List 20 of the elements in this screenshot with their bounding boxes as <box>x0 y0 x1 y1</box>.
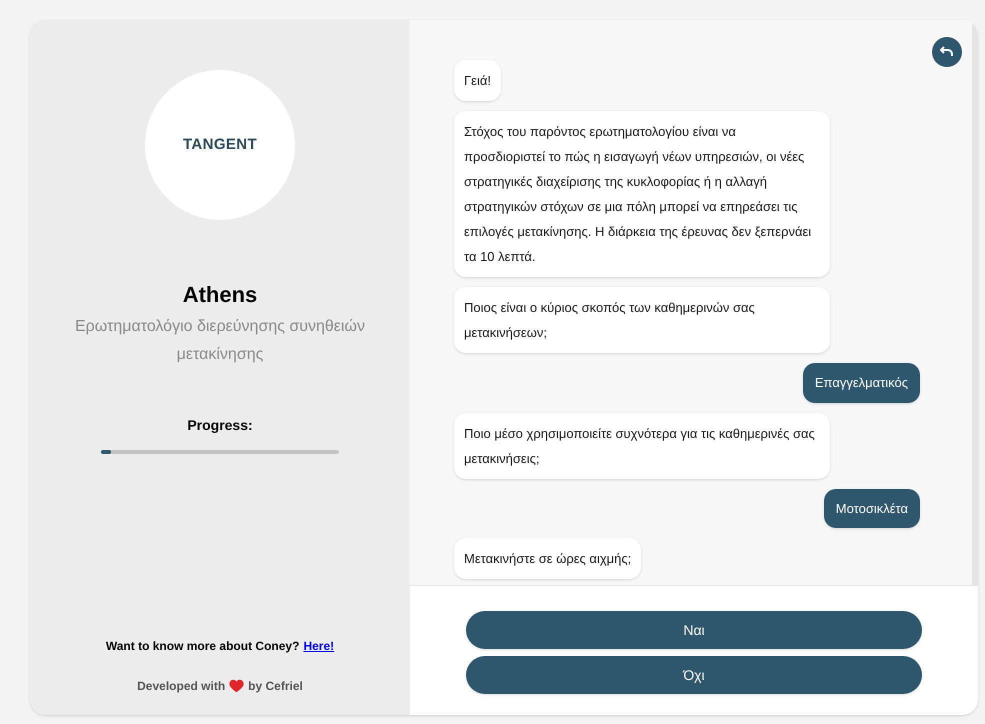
info-text: Want to know more about Coney? <box>106 638 300 655</box>
answer-button[interactable]: Ναι <box>466 611 922 649</box>
chat-message: Γειά! <box>454 60 501 101</box>
survey-subtitle: Ερωτηματολόγιο διερεύνησης συνηθειών μετακίνησης <box>75 317 365 365</box>
chat-message: Ποιος είναι ο κύριος σκοπός των καθημερινών σας μετακινήσεων; <box>454 287 830 353</box>
info-link[interactable]: Here! <box>303 637 334 655</box>
credit-text: Developed with <box>137 678 226 695</box>
heart-icon <box>229 679 244 693</box>
chat-message: Ποιο μέσο χρησιμοποιείτε συχνότερα για τις καθημερινές σας μετακινήσεις; <box>454 412 830 478</box>
logo-text: TANGENT <box>182 134 257 155</box>
undo-icon <box>940 46 954 58</box>
reply-message: Μοτοσικλέτα <box>824 488 920 528</box>
undo-button[interactable] <box>932 37 962 67</box>
progress-label: Progress: <box>187 416 253 435</box>
credit-text: by Cefriel <box>248 678 303 695</box>
chat-message: Μετακινήστε σε ώρες αιχμής; <box>454 538 642 579</box>
reply-message: Επαγγελματικός <box>802 363 920 402</box>
survey-title: Athens <box>182 281 258 309</box>
chat-message: Στόχος του παρόντος ερωτηματολογίου είναι να προσδιοριστεί το πώς η εισαγωγή νέων υπηρεσιών, οι νέες στρατηγικές διαχείρισης της κυκλοφορίας ή η αλλαγή στρατηγικών στόχων σε μια πόλη μπορεί να επηρεάσει τις επιλογές μετακίνησης. Η διάρκεια της έρευνας δεν ξεπερνάει τα 10 λεπτά. <box>454 111 830 277</box>
answer-button[interactable]: Όχι <box>466 656 922 694</box>
